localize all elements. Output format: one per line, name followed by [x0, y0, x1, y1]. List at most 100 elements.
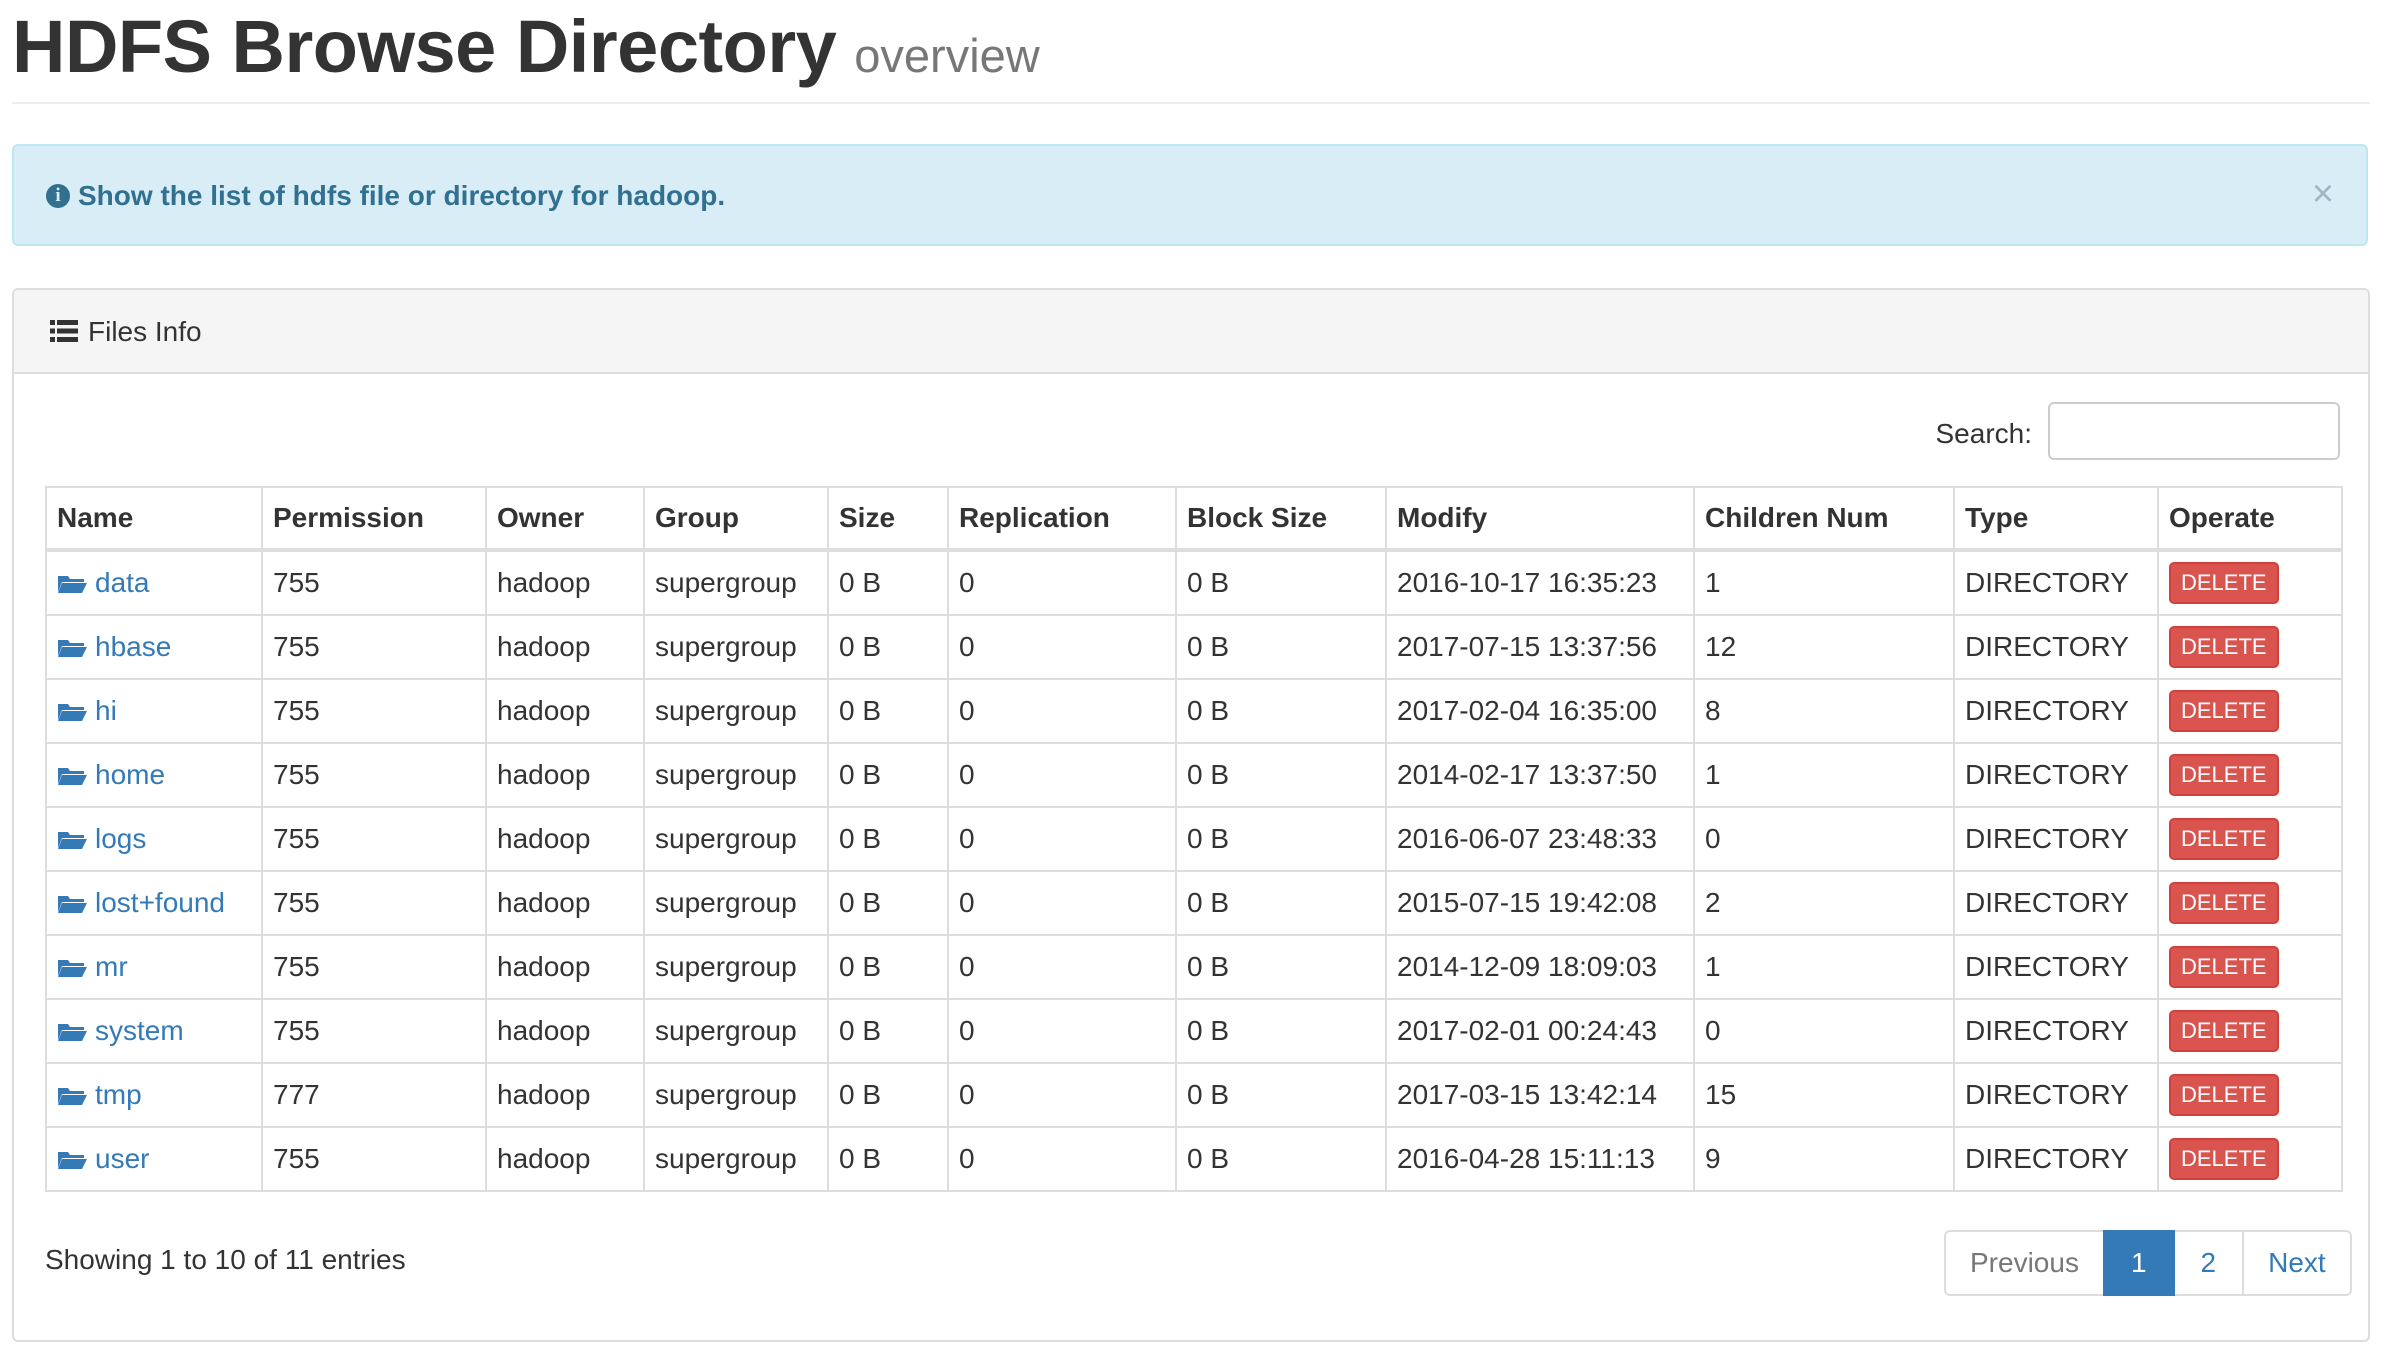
children-num-cell: 8 [1693, 678, 1955, 744]
replication-cell: 0 [947, 998, 1177, 1064]
operate-cell: DELETE [2157, 678, 2343, 744]
folder-open-icon [57, 953, 87, 977]
children-num-cell: 9 [1693, 1126, 1955, 1192]
size-cell: 0 B [827, 1126, 949, 1192]
size-cell: 0 B [827, 742, 949, 808]
delete-button[interactable]: DELETE [2169, 818, 2279, 860]
search-label: Search: [1935, 418, 2033, 449]
page-header: HDFS Browse Directory overview [12, 0, 2370, 104]
modify-cell: 2014-12-09 18:09:03 [1385, 934, 1695, 1000]
column-header-type[interactable]: Type [1953, 486, 2159, 552]
column-header-group[interactable]: Group [643, 486, 829, 552]
page-1-button[interactable]: 1 [2102, 1230, 2175, 1296]
operate-cell: DELETE [2157, 614, 2343, 680]
block-size-cell: 0 B [1175, 614, 1387, 680]
size-cell: 0 B [827, 678, 949, 744]
files-info-panel: Files Info Search: Name Permission Owner… [12, 288, 2370, 1342]
column-header-modify[interactable]: Modify [1385, 486, 1695, 552]
group-cell: supergroup [643, 678, 829, 744]
table-row: system 755 hadoop supergroup 0 B00 B 2017-02-… [45, 998, 2343, 1064]
directory-link[interactable]: mr [95, 951, 128, 982]
folder-open-icon [57, 1081, 87, 1105]
permission-cell: 755 [261, 678, 487, 744]
modify-cell: 2016-10-17 16:35:23 [1385, 549, 1695, 616]
directory-link[interactable]: user [95, 1143, 149, 1174]
table-row: hbase 755 hadoop supergroup 0 B00 B 2017-07-1… [45, 614, 2343, 680]
directory-link[interactable]: logs [95, 823, 146, 854]
name-cell: lost+found [45, 870, 263, 936]
name-cell: data [45, 549, 263, 616]
directory-link[interactable]: hi [95, 695, 117, 726]
delete-button[interactable]: DELETE [2169, 882, 2279, 924]
block-size-cell: 0 B [1175, 934, 1387, 1000]
modify-cell: 2015-07-15 19:42:08 [1385, 870, 1695, 936]
operate-cell: DELETE [2157, 1062, 2343, 1128]
delete-button[interactable]: DELETE [2169, 754, 2279, 796]
group-cell: supergroup [643, 1126, 829, 1192]
group-cell: supergroup [643, 1062, 829, 1128]
permission-cell: 755 [261, 806, 487, 872]
block-size-cell: 0 B [1175, 870, 1387, 936]
replication-cell: 0 [947, 678, 1177, 744]
delete-button[interactable]: DELETE [2169, 562, 2279, 604]
modify-cell: 2017-03-15 13:42:14 [1385, 1062, 1695, 1128]
folder-open-icon [57, 633, 87, 657]
delete-button[interactable]: DELETE [2169, 1010, 2279, 1052]
alert-message: Show the list of hdfs file or directory … [78, 180, 726, 211]
type-cell: DIRECTORY [1953, 614, 2159, 680]
directory-link[interactable]: hbase [95, 631, 171, 662]
permission-cell: 755 [261, 549, 487, 616]
directory-link[interactable]: lost+found [95, 887, 225, 918]
type-cell: DIRECTORY [1953, 806, 2159, 872]
name-cell: tmp [45, 1062, 263, 1128]
directory-link[interactable]: tmp [95, 1079, 142, 1110]
size-cell: 0 B [827, 934, 949, 1000]
table-header-row: Name Permission Owner Group Size Replica… [45, 486, 2343, 552]
permission-cell: 755 [261, 870, 487, 936]
column-header-children-num[interactable]: Children Num [1693, 486, 1955, 552]
column-header-permission[interactable]: Permission [261, 486, 487, 552]
modify-cell: 2014-02-17 13:37:50 [1385, 742, 1695, 808]
directory-link[interactable]: system [95, 1015, 184, 1046]
files-table: Name Permission Owner Group Size Replica… [45, 486, 2343, 1192]
owner-cell: hadoop [485, 549, 645, 616]
operate-cell: DELETE [2157, 998, 2343, 1064]
previous-page-button[interactable]: Previous [1944, 1230, 2105, 1296]
column-header-block-size[interactable]: Block Size [1175, 486, 1387, 552]
type-cell: DIRECTORY [1953, 678, 2159, 744]
group-cell: supergroup [643, 614, 829, 680]
column-header-size[interactable]: Size [827, 486, 949, 552]
group-cell: supergroup [643, 934, 829, 1000]
name-cell: hi [45, 678, 263, 744]
permission-cell: 755 [261, 742, 487, 808]
column-header-owner[interactable]: Owner [485, 486, 645, 552]
page-subtitle: overview [854, 29, 1040, 82]
delete-button[interactable]: DELETE [2169, 690, 2279, 732]
children-num-cell: 1 [1693, 549, 1955, 616]
children-num-cell: 1 [1693, 742, 1955, 808]
delete-button[interactable]: DELETE [2169, 1138, 2279, 1180]
group-cell: supergroup [643, 806, 829, 872]
modify-cell: 2017-02-04 16:35:00 [1385, 678, 1695, 744]
next-page-button[interactable]: Next [2242, 1230, 2352, 1296]
delete-button[interactable]: DELETE [2169, 626, 2279, 668]
search-input[interactable] [2048, 402, 2340, 460]
table-row: home 755 hadoop supergroup 0 B00 B 2014-02-17… [45, 742, 2343, 808]
page-title: HDFS Browse Directory overview [12, 4, 1040, 89]
delete-button[interactable]: DELETE [2169, 946, 2279, 988]
permission-cell: 755 [261, 614, 487, 680]
type-cell: DIRECTORY [1953, 1062, 2159, 1128]
owner-cell: hadoop [485, 806, 645, 872]
operate-cell: DELETE [2157, 806, 2343, 872]
column-header-name[interactable]: Name [45, 486, 263, 552]
delete-button[interactable]: DELETE [2169, 1074, 2279, 1116]
permission-cell: 755 [261, 998, 487, 1064]
column-header-replication[interactable]: Replication [947, 486, 1177, 552]
name-cell: mr [45, 934, 263, 1000]
page-2-button[interactable]: 2 [2172, 1230, 2245, 1296]
folder-open-icon [57, 825, 87, 849]
permission-cell: 755 [261, 1126, 487, 1192]
directory-link[interactable]: home [95, 759, 165, 790]
directory-link[interactable]: data [95, 567, 150, 598]
alert-close-button[interactable]: × [2308, 175, 2338, 213]
